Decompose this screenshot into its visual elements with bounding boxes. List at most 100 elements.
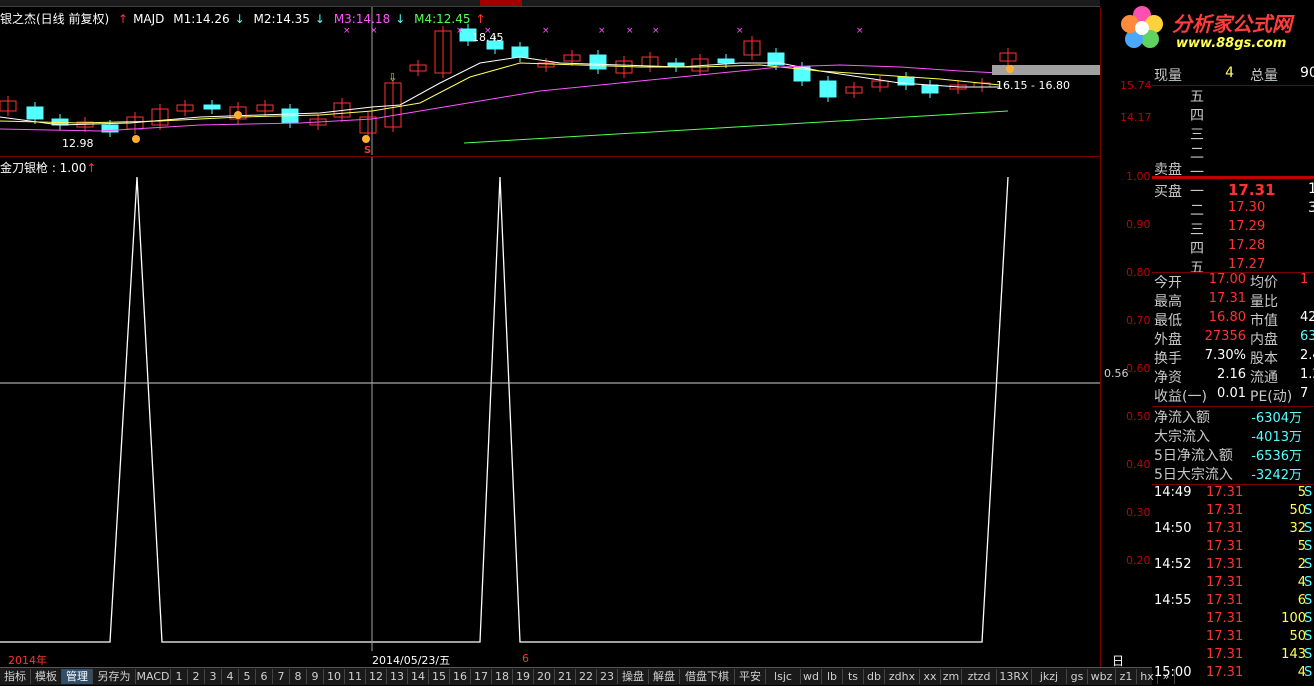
bottom-tab[interactable]: z1 [1116, 669, 1137, 684]
candle-body[interactable] [589, 54, 607, 70]
indicator-tick-label: 0.80 [1126, 266, 1151, 279]
tick-row[interactable]: 14:50 17.31 32 S [1152, 521, 1314, 540]
bottom-tab[interactable]: 另存为 [93, 669, 136, 684]
menu-bar[interactable] [0, 0, 1100, 7]
candle-body[interactable] [511, 46, 529, 58]
bottom-tab[interactable]: 操盘 [618, 669, 649, 684]
indicator-tick-label: 0.90 [1126, 218, 1151, 231]
high-price-label: 18.45 [472, 31, 504, 44]
tick-row[interactable]: 17.31 50 S [1152, 629, 1314, 648]
bottom-tab[interactable]: 13RX [997, 669, 1032, 684]
bottom-tab[interactable]: 借盘下棋 [680, 669, 735, 684]
bottom-tab[interactable]: ts [843, 669, 864, 684]
bottom-tab[interactable]: 11 [345, 669, 366, 684]
bottom-tab[interactable]: 模板 [31, 669, 62, 684]
bottom-tab[interactable]: 9 [307, 669, 324, 684]
stat-label: 收益(一) [1154, 389, 1207, 405]
bottom-tab[interactable]: wbz [1088, 669, 1116, 684]
candle-body[interactable] [203, 104, 221, 110]
tick-row[interactable]: 17.31 5 S [1152, 539, 1314, 558]
tick-row[interactable]: 14:55 17.31 6 S [1152, 593, 1314, 612]
menu-highlight[interactable] [480, 0, 522, 6]
tick-side: S [1304, 629, 1313, 644]
buy-arrow-icon: ⇩ [388, 71, 397, 84]
bottom-tab[interactable]: 指标 [0, 669, 31, 684]
bottom-tab[interactable]: wd [801, 669, 822, 684]
bottom-tab[interactable]: 22 [576, 669, 597, 684]
tick-row[interactable]: 14:49 17.31 5 S [1152, 485, 1314, 504]
bottom-tab[interactable]: 10 [324, 669, 345, 684]
candlestick-chart[interactable]: × × × × × × × × × ×⇩ [0, 7, 1100, 155]
bottom-tab[interactable]: xx [920, 669, 941, 684]
buy-level-row: 三 17.29 [1152, 219, 1314, 238]
volume-value: 4 [1225, 65, 1234, 81]
bottom-tab[interactable]: gs [1067, 669, 1088, 684]
tick-row[interactable]: 17.31 143 S [1152, 647, 1314, 666]
logo-title: 分析家公式网 [1172, 12, 1292, 36]
tick-row[interactable]: 14:52 17.31 2 S [1152, 557, 1314, 576]
gold-ingot-icon [234, 111, 242, 119]
tick-side: S [1304, 575, 1313, 590]
bottom-tab[interactable]: 18 [492, 669, 513, 684]
candle-body[interactable] [26, 106, 44, 120]
indicator-tick-label: 0.20 [1126, 554, 1151, 567]
bottom-tab[interactable]: 15 [429, 669, 450, 684]
bottom-tab[interactable]: lb [822, 669, 843, 684]
bid-ask-divider [1152, 176, 1314, 179]
sell-level-label: 四 [1190, 108, 1204, 124]
stat-row: 最高 17.31 量比 [1152, 291, 1314, 310]
bottom-tab[interactable]: lsjc [766, 669, 801, 684]
tick-price: 17.31 [1206, 557, 1244, 572]
tick-side: S [1304, 647, 1313, 662]
indicator-panel[interactable]: 金刀银枪 : 1.00↑ 0.56 [0, 157, 1129, 651]
bottom-tab[interactable]: 4 [222, 669, 239, 684]
bottom-tab[interactable]: 2 [188, 669, 205, 684]
bottom-tab[interactable]: zdhx [885, 669, 920, 684]
bottom-tab[interactable]: 7 [273, 669, 290, 684]
x-marker: × [598, 26, 606, 36]
tick-row[interactable]: 17.31 50 S [1152, 503, 1314, 522]
bottom-tab[interactable]: 21 [555, 669, 576, 684]
bottom-tab[interactable]: zm [941, 669, 962, 684]
stat-label: PE(动) [1250, 389, 1293, 405]
tick-row[interactable]: 15:00 17.31 4 S [1152, 665, 1314, 684]
flow-label: 5日净流入额 [1154, 448, 1233, 464]
stat-value: 7.30% [1204, 348, 1246, 363]
bottom-tab[interactable]: 1 [171, 669, 188, 684]
bottom-tab[interactable]: 6 [256, 669, 273, 684]
bottom-tab[interactable]: 解盘 [649, 669, 680, 684]
flow-row: 5日净流入额 -6536万 [1152, 445, 1314, 464]
bottom-tab[interactable]: 19 [513, 669, 534, 684]
sell-level-row: 五 [1152, 86, 1314, 105]
candle-body[interactable] [819, 80, 837, 98]
indicator-series-line[interactable] [0, 176, 1009, 643]
tick-row[interactable]: 17.31 100 S [1152, 611, 1314, 630]
bottom-tab[interactable]: 12 [366, 669, 387, 684]
bottom-tab[interactable]: db [864, 669, 885, 684]
bottom-tab[interactable]: 平安 [735, 669, 766, 684]
stat-value: 2.4 [1300, 348, 1314, 363]
tick-volume: 50 [1289, 503, 1306, 518]
bottom-tab[interactable]: 13 [387, 669, 408, 684]
sell-level-label: 五 [1190, 89, 1204, 105]
bottom-tab[interactable]: 3 [205, 669, 222, 684]
buy-level-row: 四 17.28 [1152, 238, 1314, 257]
price-chart-panel[interactable]: 银之杰(日线 前复权) ↑ MAJD M1:14.26 ↓ M2:14.35 ↓ M3… [0, 7, 1152, 156]
bottom-tab[interactable]: ztzd [962, 669, 997, 684]
bottom-tab[interactable]: 16 [450, 669, 471, 684]
volume-row: 现量 4 总量 90 [1152, 65, 1314, 84]
indicator-line-chart[interactable] [0, 157, 1100, 651]
candle-body[interactable] [921, 84, 939, 94]
bottom-tab[interactable]: 14 [408, 669, 429, 684]
tick-row[interactable]: 17.31 4 S [1152, 575, 1314, 594]
buy-level-row: 一 17.31 1 [1152, 181, 1314, 200]
bottom-tab[interactable]: jkzj [1032, 669, 1067, 684]
candle-body[interactable] [717, 58, 735, 64]
bottom-tab[interactable]: 20 [534, 669, 555, 684]
bottom-tab[interactable]: MACD [136, 669, 171, 684]
bottom-tab[interactable]: 23 [597, 669, 618, 684]
bottom-tab[interactable]: 管理 [62, 669, 93, 684]
bottom-tab[interactable]: 5 [239, 669, 256, 684]
bottom-tab[interactable]: 8 [290, 669, 307, 684]
bottom-tab[interactable]: 17 [471, 669, 492, 684]
